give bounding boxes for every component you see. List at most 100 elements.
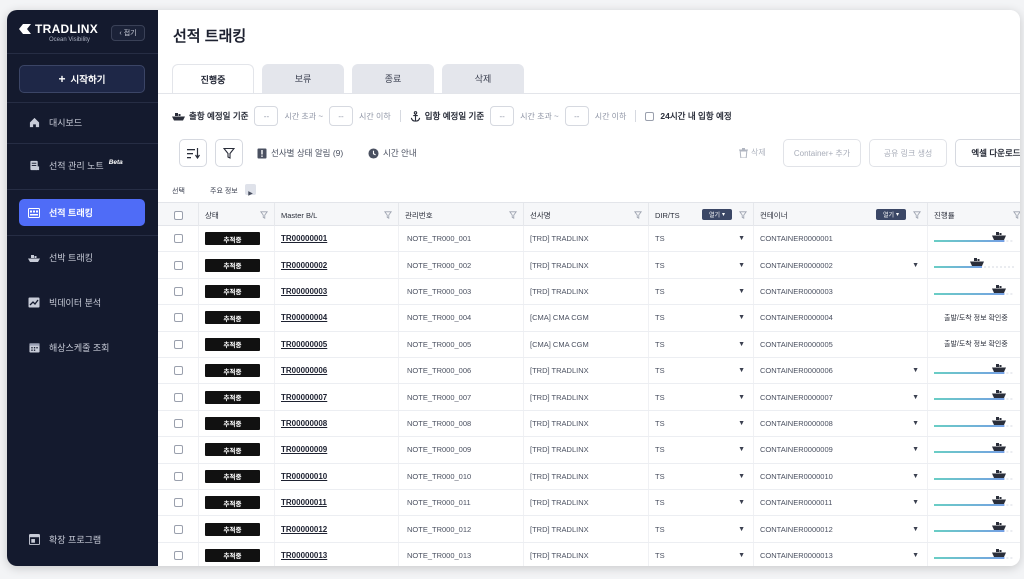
mbl-link[interactable]: TR00000002 bbox=[281, 261, 327, 270]
filter-icon[interactable] bbox=[739, 211, 747, 219]
collapse-sidebar-button[interactable]: ‹ 접기 bbox=[111, 25, 145, 41]
sidebar-item-extension[interactable]: 확장 프로그램 bbox=[19, 526, 145, 553]
row-checkbox[interactable] bbox=[173, 234, 183, 244]
table-row[interactable]: 추적중 TR00000003 NOTE_TR000_003 [TRD] TRADLIN… bbox=[158, 278, 1020, 306]
dir-cell[interactable]: TS ▼ bbox=[648, 384, 753, 410]
table-row[interactable]: 추적중 TR00000013 NOTE_TR000_013 [TRD] TRADLIN… bbox=[158, 542, 1020, 566]
row-checkbox[interactable] bbox=[173, 339, 183, 349]
mbl-link[interactable]: TR00000008 bbox=[281, 419, 327, 428]
table-row[interactable]: 추적중 TR00000007 NOTE_TR000_007 [TRD] TRADLIN… bbox=[158, 384, 1020, 411]
dir-cell[interactable]: TS ▼ bbox=[648, 278, 753, 305]
mbl-link[interactable]: TR00000012 bbox=[281, 525, 327, 534]
dir-cell[interactable]: TS ▼ bbox=[648, 252, 753, 278]
mbl-link[interactable]: TR00000007 bbox=[281, 393, 327, 402]
filter-icon[interactable] bbox=[260, 211, 268, 219]
container-cell[interactable]: CONTAINER0000006 ▼ bbox=[753, 358, 927, 384]
filter-icon[interactable] bbox=[634, 211, 642, 219]
row-checkbox[interactable] bbox=[173, 286, 183, 296]
sort-button[interactable] bbox=[179, 139, 207, 167]
dir-cell[interactable]: TS ▼ bbox=[648, 516, 753, 542]
dir-cell[interactable]: TS ▼ bbox=[648, 437, 753, 463]
dir-cell[interactable]: TS ▼ bbox=[648, 305, 753, 331]
col-progress[interactable]: 진행률 bbox=[927, 203, 1020, 227]
col-mgmt-no[interactable]: 관리번호 bbox=[398, 203, 523, 227]
col-mbl[interactable]: Master B/L bbox=[274, 203, 398, 227]
container-cell[interactable]: CONTAINER0000011 ▼ bbox=[753, 490, 927, 516]
table-row[interactable]: 추적중 TR00000009 NOTE_TR000_009 [TRD] TRADLIN… bbox=[158, 437, 1020, 464]
container-cell[interactable]: CONTAINER0000009 ▼ bbox=[753, 437, 927, 463]
select-all-checkbox[interactable] bbox=[173, 210, 183, 220]
row-checkbox[interactable] bbox=[173, 260, 183, 270]
row-checkbox[interactable] bbox=[173, 418, 183, 428]
table-row[interactable]: 추적중 TR00000002 NOTE_TR000_002 [TRD] TRADLIN… bbox=[158, 252, 1020, 279]
delete-button[interactable]: 삭제 bbox=[739, 147, 766, 158]
mbl-link[interactable]: TR00000006 bbox=[281, 366, 327, 375]
container-cell[interactable]: CONTAINER0000008 ▼ bbox=[753, 410, 927, 437]
row-checkbox[interactable] bbox=[173, 524, 183, 534]
logo[interactable]: TRADLINX Ocean Visibility bbox=[19, 22, 109, 48]
row-checkbox[interactable] bbox=[173, 550, 183, 560]
dir-cell[interactable]: TS ▼ bbox=[648, 490, 753, 516]
mbl-link[interactable]: TR00000003 bbox=[281, 287, 327, 296]
departure-to-input[interactable]: -- bbox=[329, 106, 354, 126]
time-guide-link[interactable]: 시간 안내 bbox=[368, 147, 417, 159]
container-cell[interactable]: CONTAINER0000001 bbox=[753, 226, 927, 252]
tab-deleted[interactable]: 삭제 bbox=[442, 64, 524, 93]
container-cell[interactable]: CONTAINER0000010 ▼ bbox=[753, 463, 927, 489]
container-cell[interactable]: CONTAINER0000002 ▼ bbox=[753, 252, 927, 278]
arrival-from-input[interactable]: -- bbox=[490, 106, 515, 126]
dir-cell[interactable]: TS ▼ bbox=[648, 410, 753, 437]
container-cell[interactable]: CONTAINER0000013 ▼ bbox=[753, 542, 927, 566]
tab-in-progress[interactable]: 진행중 bbox=[172, 64, 254, 93]
table-row[interactable]: 추적중 TR00000008 NOTE_TR000_008 [TRD] TRADLIN… bbox=[158, 410, 1020, 438]
filter-button[interactable] bbox=[215, 139, 243, 167]
sidebar-item-shipment-tracking[interactable]: 선적 트래킹 bbox=[19, 199, 145, 226]
mbl-link[interactable]: TR00000013 bbox=[281, 551, 327, 560]
table-row[interactable]: 추적중 TR00000006 NOTE_TR000_006 [TRD] TRADLIN… bbox=[158, 358, 1020, 385]
col-carrier[interactable]: 선사명 bbox=[523, 203, 648, 227]
sidebar-item-dashboard[interactable]: 대시보드 bbox=[19, 109, 145, 136]
table-row[interactable]: 추적중 TR00000001 NOTE_TR000_001 [TRD] TRADLIN… bbox=[158, 226, 1020, 253]
carrier-alert-link[interactable]: 선사별 상태 알림 (9) bbox=[257, 147, 343, 159]
filter-icon[interactable] bbox=[384, 211, 392, 219]
table-row[interactable]: 추적중 TR00000004 NOTE_TR000_004 [CMA] CMA CGM… bbox=[158, 305, 1020, 332]
sidebar-item-schedule[interactable]: 해상스케줄 조회 bbox=[19, 334, 145, 361]
container-cell[interactable]: CONTAINER0000007 ▼ bbox=[753, 384, 927, 410]
row-checkbox[interactable] bbox=[173, 471, 183, 481]
mbl-link[interactable]: TR00000005 bbox=[281, 340, 327, 349]
col-status[interactable]: 상태 bbox=[198, 203, 274, 227]
dir-open-button[interactable]: 열기 ▾ bbox=[702, 209, 732, 220]
start-button[interactable]: + 시작하기 bbox=[19, 65, 145, 93]
container-cell[interactable]: CONTAINER0000004 bbox=[753, 305, 927, 331]
table-row[interactable]: 추적중 TR00000010 NOTE_TR000_010 [TRD] TRADLIN… bbox=[158, 463, 1020, 490]
sidebar-item-bigdata[interactable]: 빅데이터 분석 bbox=[19, 289, 145, 316]
filter-icon[interactable] bbox=[913, 211, 921, 219]
table-row[interactable]: 추적중 TR00000011 NOTE_TR000_011 [TRD] TRADLIN… bbox=[158, 490, 1020, 517]
sidebar-item-vessel-tracking[interactable]: 선박 트래킹 bbox=[19, 244, 145, 271]
departure-from-input[interactable]: -- bbox=[254, 106, 279, 126]
mbl-link[interactable]: TR00000009 bbox=[281, 445, 327, 454]
table-row[interactable]: 추적중 TR00000005 NOTE_TR000_005 [CMA] CMA CGM… bbox=[158, 331, 1020, 358]
col-dir-ts[interactable]: DIR/TS 열기 ▾ bbox=[648, 203, 753, 227]
dir-cell[interactable]: TS ▼ bbox=[648, 463, 753, 489]
arrival-to-input[interactable]: -- bbox=[564, 106, 589, 126]
mbl-link[interactable]: TR00000004 bbox=[281, 313, 327, 322]
mbl-link[interactable]: TR00000001 bbox=[281, 234, 327, 243]
tab-completed[interactable]: 종료 bbox=[352, 64, 434, 93]
row-checkbox[interactable] bbox=[173, 445, 183, 455]
row-checkbox[interactable] bbox=[173, 366, 183, 376]
col-container[interactable]: 컨테이너 열기 ▾ bbox=[753, 203, 927, 227]
dir-cell[interactable]: TS ▼ bbox=[648, 542, 753, 566]
tab-on-hold[interactable]: 보류 bbox=[262, 64, 344, 93]
mbl-link[interactable]: TR00000011 bbox=[281, 498, 327, 507]
excel-download-button[interactable]: 엑셀 다운로드 bbox=[955, 139, 1020, 167]
row-checkbox[interactable] bbox=[173, 498, 183, 508]
row-checkbox[interactable] bbox=[173, 392, 183, 402]
dir-cell[interactable]: TS ▼ bbox=[648, 358, 753, 384]
share-link-button[interactable]: 공유 링크 생성 bbox=[869, 139, 947, 167]
sidebar-item-shipment-notes[interactable]: 선적 관리 노트 Beta bbox=[19, 152, 145, 179]
mbl-link[interactable]: TR00000010 bbox=[281, 472, 327, 481]
container-cell[interactable]: CONTAINER0000003 bbox=[753, 278, 927, 305]
container-open-button[interactable]: 열기 ▾ bbox=[876, 209, 906, 220]
filter-icon[interactable] bbox=[1013, 211, 1020, 219]
